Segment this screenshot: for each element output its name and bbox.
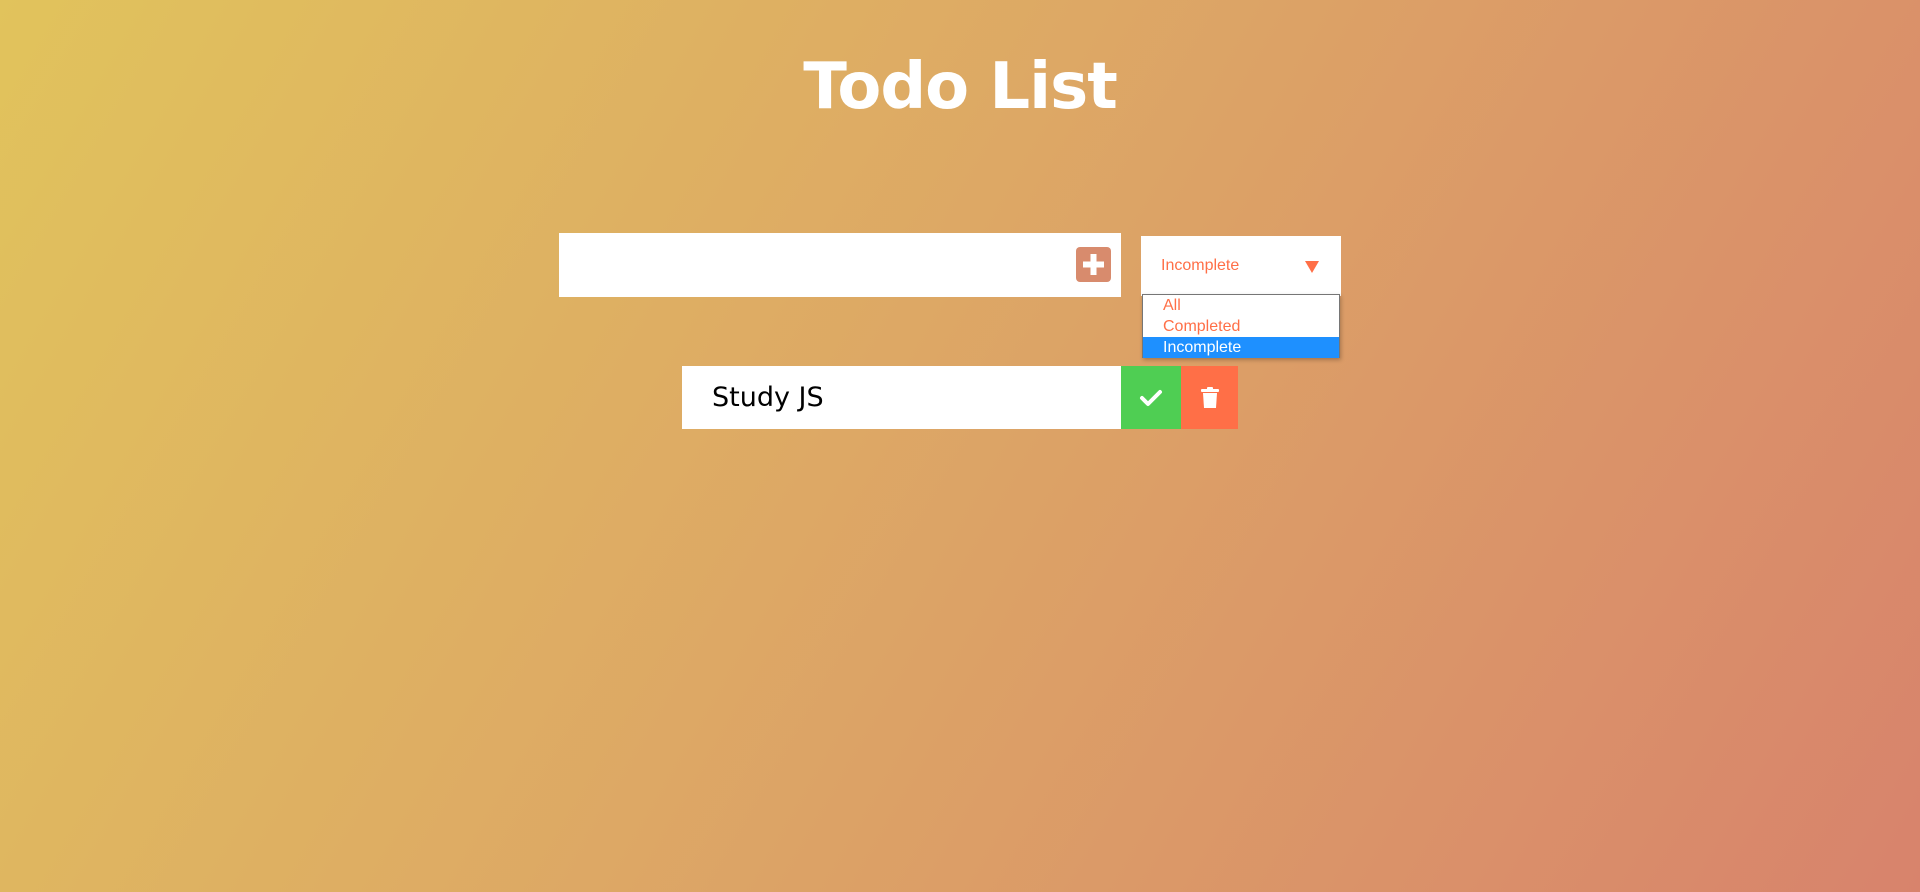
filter-select[interactable]: Incomplete xyxy=(1141,236,1341,296)
complete-todo-button[interactable] xyxy=(1121,366,1181,429)
add-todo-form xyxy=(559,233,1121,297)
filter-option-completed[interactable]: Completed xyxy=(1143,316,1339,337)
todo-item: Study JS xyxy=(682,366,1238,429)
todo-text: Study JS xyxy=(712,382,824,413)
page-title: Todo List xyxy=(803,50,1118,124)
caret-down-icon xyxy=(1305,261,1319,273)
plus-square-icon xyxy=(1083,254,1104,275)
filter-selected-value: Incomplete xyxy=(1161,257,1240,274)
trash-icon xyxy=(1200,386,1219,408)
filter-option-incomplete[interactable]: Incomplete xyxy=(1143,337,1339,358)
add-todo-button[interactable] xyxy=(1076,247,1111,282)
filter-option-all[interactable]: All xyxy=(1143,295,1339,316)
delete-todo-button[interactable] xyxy=(1181,366,1238,429)
todo-list: Study JS xyxy=(682,366,1238,429)
todo-input[interactable] xyxy=(559,233,1059,297)
filter-dropdown: All Completed Incomplete xyxy=(1142,294,1340,358)
check-icon xyxy=(1140,389,1162,406)
